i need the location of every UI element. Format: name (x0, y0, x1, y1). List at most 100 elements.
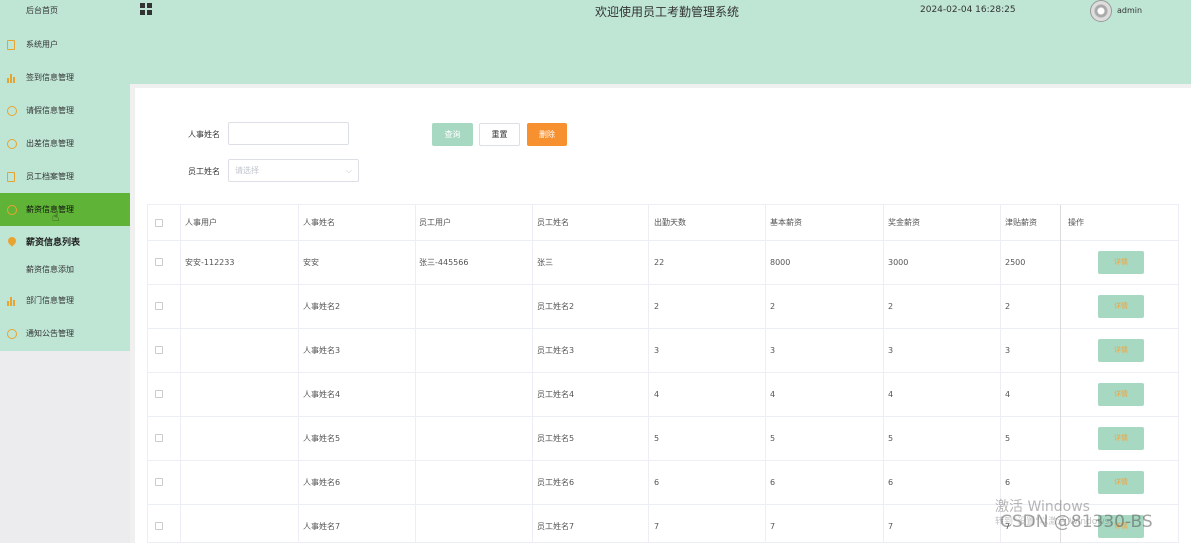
sidebar-item-salary[interactable]: 薪资信息管理 (0, 193, 130, 226)
detail-button[interactable]: 详情 (1098, 295, 1144, 318)
table-cell: 2 (770, 302, 776, 311)
column-divider (532, 205, 533, 543)
table-cell: 3000 (888, 258, 909, 267)
top-header: 欢迎使用员工考勤管理系统 2024-02-04 16:28:25 admin (130, 0, 1191, 84)
table-cell: 6 (654, 478, 660, 487)
user-name[interactable]: admin (1117, 6, 1142, 15)
sidebar-item-label: 薪资信息列表 (26, 237, 81, 248)
row-checkbox[interactable] (155, 478, 163, 486)
row-checkbox[interactable] (155, 522, 163, 530)
table-cell: 2 (654, 302, 660, 311)
sidebar-item-employee-records[interactable]: 员工档案管理 (0, 160, 130, 193)
page-title: 欢迎使用员工考勤管理系统 (595, 5, 740, 19)
row-checkbox[interactable] (155, 258, 163, 266)
table-row: 人事姓名3 员工姓名3 3 3 3 3 详情 (148, 329, 1179, 373)
table-cell: 员工姓名6 (537, 478, 575, 487)
row-checkbox[interactable] (155, 390, 163, 398)
table-cell: 人事姓名7 (303, 522, 341, 531)
select-placeholder: 请选择 (235, 166, 259, 175)
csdn-watermark: CSDN @81330-BS (1000, 512, 1153, 532)
employee-name-select[interactable]: 请选择 ⌵ (228, 159, 359, 182)
sidebar-item-label: 后台首页 (26, 6, 58, 15)
sidebar-item-signin[interactable]: 签到信息管理 (0, 61, 130, 94)
table-cell: 2 (888, 302, 894, 311)
column-header: 出勤天数 (654, 218, 686, 227)
table-cell: 3 (770, 346, 776, 355)
column-header: 员工用户 (419, 218, 451, 227)
column-header: 人事用户 (185, 218, 217, 227)
circle-icon (7, 204, 17, 215)
table-cell: 2500 (1005, 258, 1026, 267)
detail-button[interactable]: 详情 (1098, 339, 1144, 362)
row-checkbox[interactable] (155, 434, 163, 442)
table-cell: 员工姓名7 (537, 522, 575, 531)
sidebar-subitem-salary-add[interactable]: 薪资信息添加 (0, 254, 130, 284)
bar-chart-icon (7, 296, 17, 306)
detail-button[interactable]: 详情 (1098, 471, 1144, 494)
table-cell: 人事姓名5 (303, 434, 341, 443)
sidebar-item-label: 部门信息管理 (26, 296, 74, 305)
employee-name-label: 员工姓名 (188, 167, 220, 176)
column-header: 津贴薪资 (1005, 218, 1037, 227)
sidebar-item-department[interactable]: 部门信息管理 (0, 284, 130, 317)
check-circle-icon (7, 138, 17, 149)
sidebar-item-label: 员工档案管理 (26, 172, 74, 181)
column-header: 员工姓名 (537, 218, 569, 227)
column-divider (180, 205, 181, 543)
detail-button[interactable]: 详情 (1098, 427, 1144, 450)
query-button[interactable]: 查询 (432, 123, 473, 146)
table-cell: 人事姓名2 (303, 302, 341, 311)
column-header: 奖金薪资 (888, 218, 920, 227)
sidebar-item-system-users[interactable]: 系统用户 (0, 28, 130, 61)
sidebar-item-business-trip[interactable]: 出差信息管理 (0, 127, 130, 160)
table-cell: 5 (1005, 434, 1011, 443)
select-all-checkbox[interactable] (155, 219, 163, 227)
table-cell: 22 (654, 258, 665, 267)
column-divider (1060, 205, 1061, 543)
document-icon (7, 171, 15, 182)
table-cell: 人事姓名6 (303, 478, 341, 487)
chevron-down-icon: ⌵ (345, 166, 352, 175)
table-cell: 安安-112233 (185, 258, 235, 267)
detail-button[interactable]: 详情 (1098, 383, 1144, 406)
column-divider (1000, 205, 1001, 543)
sidebar-item-home[interactable]: 后台首页 (0, 0, 130, 27)
row-checkbox[interactable] (155, 346, 163, 354)
table-cell: 5 (888, 434, 894, 443)
table-cell: 7 (888, 522, 894, 531)
table-cell: 人事姓名4 (303, 390, 341, 399)
table-cell: 3 (888, 346, 894, 355)
detail-button[interactable]: 详情 (1098, 251, 1144, 274)
table-cell: 3 (1005, 346, 1011, 355)
sidebar-item-label: 薪资信息添加 (26, 264, 74, 274)
table-cell: 6 (888, 478, 894, 487)
menu-toggle-icon[interactable] (140, 3, 152, 15)
table-cell: 4 (654, 390, 660, 399)
sidebar-item-label: 出差信息管理 (26, 139, 74, 148)
sidebar-subitem-salary-list[interactable]: 薪资信息列表 (0, 226, 130, 256)
hr-name-input[interactable] (228, 122, 349, 145)
delete-button[interactable]: 删除 (527, 123, 567, 146)
table-cell: 员工姓名4 (537, 390, 575, 399)
sidebar-item-label: 系统用户 (26, 40, 58, 49)
sidebar-item-label: 薪资信息管理 (26, 205, 74, 214)
table-cell: 4 (1005, 390, 1011, 399)
column-divider (298, 205, 299, 543)
sidebar-item-leave[interactable]: 请假信息管理 (0, 94, 130, 127)
header-datetime: 2024-02-04 16:28:25 (920, 5, 1016, 15)
table-cell: 张三-445566 (419, 258, 469, 267)
sidebar-item-notice[interactable]: 通知公告管理 (0, 317, 130, 350)
column-header: 人事姓名 (303, 218, 335, 227)
table-cell: 7 (654, 522, 660, 531)
check-circle-icon (7, 328, 17, 339)
reset-button[interactable]: 重置 (479, 123, 520, 146)
table-cell: 5 (770, 434, 776, 443)
table-cell: 4 (770, 390, 776, 399)
table-cell: 员工姓名2 (537, 302, 575, 311)
document-icon (7, 39, 15, 50)
table-row: 人事姓名2 员工姓名2 2 2 2 2 详情 (148, 285, 1179, 329)
table-cell: 张三 (537, 258, 553, 267)
avatar[interactable] (1090, 0, 1112, 22)
salary-table: 人事用户 人事姓名 员工用户 员工姓名 出勤天数 基本薪资 奖金薪资 津贴薪资 … (147, 204, 1179, 543)
row-checkbox[interactable] (155, 302, 163, 310)
